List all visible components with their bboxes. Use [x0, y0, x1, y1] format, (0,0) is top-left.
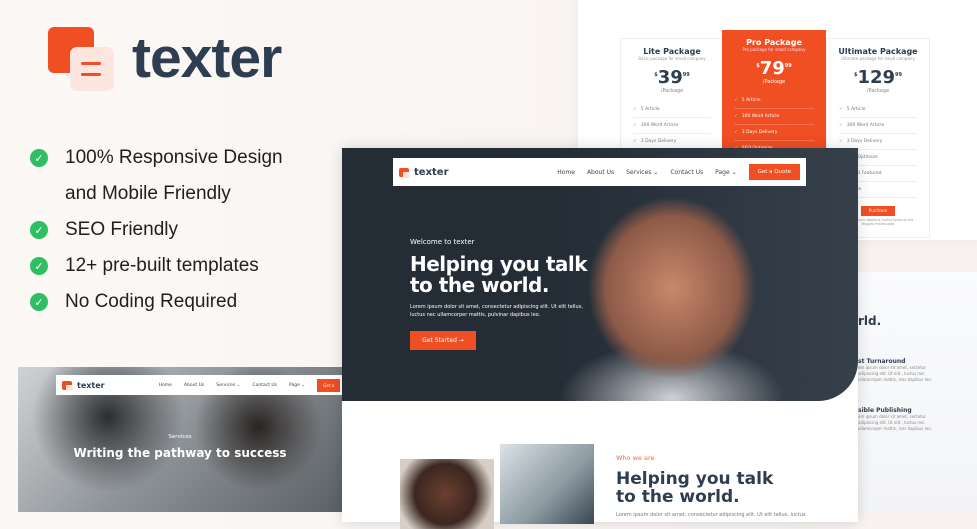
package-feature: ✓ 5 Article: [839, 102, 917, 118]
package-name: Ultimate Package: [838, 47, 918, 56]
feature-text: SEO Friendly: [65, 219, 178, 240]
feature-title: st Turnaround: [858, 358, 906, 365]
nav-item[interactable]: About Us: [184, 383, 204, 388]
nav-item[interactable]: Services ⌄: [216, 383, 240, 388]
package-feature: ✓ 3 Days Delivery: [734, 125, 814, 141]
package-feature: ✓ 300 Word Article: [633, 118, 711, 134]
check-icon: ✓: [633, 107, 637, 112]
check-icon: ✓: [633, 139, 637, 144]
feature-item: ✓ No Coding Required: [30, 284, 283, 320]
nav-item[interactable]: Page ⌄: [715, 169, 736, 176]
package-feature: ✓ 300 Word Article: [839, 118, 917, 134]
about-eyebrow: Who we are: [616, 454, 655, 462]
check-icon: ✓: [734, 98, 738, 103]
check-icon: ✓: [839, 107, 843, 112]
hero-title: Helping you talk to the world.: [410, 252, 588, 297]
logo-icon: [62, 380, 73, 391]
feature-body: em ipsum dolor sit amet, sectetur adipis…: [858, 365, 932, 382]
feature-item: ✓ 100% Responsive Design: [30, 140, 283, 176]
nav-logo[interactable]: texter: [62, 380, 105, 391]
check-icon: ✓: [734, 130, 738, 135]
feature-title: sible Publishing: [858, 407, 912, 414]
package-name: Lite Package: [643, 47, 701, 56]
features-preview: rld. st Turnaround em ipsum dolor sit am…: [840, 272, 977, 512]
nav-bar: texter Home About Us Services ⌄ Contact Us P…: [56, 375, 342, 395]
homepage-preview: texter Home About Us Services ⌄ Contact Us P…: [342, 148, 858, 529]
nav-item[interactable]: Services ⌄: [626, 169, 658, 176]
brand-logo: texter: [48, 25, 298, 95]
check-icon: ✓: [839, 123, 843, 128]
package-sub: Basic package for small company: [638, 56, 706, 61]
nav-item[interactable]: Home: [557, 169, 575, 176]
logo-icon: [399, 167, 410, 178]
nav-item[interactable]: Contact Us: [670, 169, 703, 176]
check-icon: ✓: [633, 123, 637, 128]
feature-item: ✓ SEO Friendly: [30, 212, 283, 248]
package-feature: ✓ 5 Article: [734, 93, 814, 109]
check-icon: ✓: [30, 221, 48, 239]
get-started-button[interactable]: Get Started →: [410, 331, 476, 350]
package-feature: ✓ 300 Word Article: [734, 109, 814, 125]
feature-text: 12+ pre-built templates: [65, 255, 259, 276]
package-name: Pro Package: [746, 38, 802, 47]
package-price: $7999: [756, 58, 792, 79]
nav-logo[interactable]: texter: [399, 167, 449, 178]
check-icon: ✓: [734, 114, 738, 119]
package-sub: Ultimate package for small company: [841, 56, 915, 61]
feature-text: and Mobile Friendly: [65, 183, 231, 204]
nav-item[interactable]: Page ⌄: [289, 383, 305, 388]
logo-text: texter: [414, 166, 449, 178]
hero-lead: Lorem ipsum dolor sit amet, consectetur …: [410, 304, 583, 318]
feature-text: No Coding Required: [65, 291, 238, 312]
feature-item: ✓ 12+ pre-built templates: [30, 248, 283, 284]
about-title: Helping you talk to the world.: [616, 469, 774, 507]
nav-item[interactable]: Contact Us: [252, 383, 277, 388]
quote-button[interactable]: Get a Quote: [748, 164, 800, 180]
package-sub: Pro package for small company: [742, 47, 806, 52]
logo-chat-icon: [70, 47, 114, 91]
package-price: $12999: [853, 67, 903, 88]
feature-item: and Mobile Friendly: [30, 176, 283, 212]
purchase-button[interactable]: Purchase: [861, 206, 895, 216]
package-price: $3999: [654, 67, 690, 88]
nav-item[interactable]: Home: [159, 383, 172, 388]
services-title: Writing the pathway to success: [73, 446, 287, 460]
feature-text: 100% Responsive Design: [65, 147, 283, 168]
section-heading: rld.: [858, 314, 882, 328]
nav-bar: texter Home About Us Services ⌄ Contact Us P…: [393, 158, 806, 186]
check-icon: ✓: [30, 257, 48, 275]
about-lead: Lorem ipsum dolor sit amet, consectetur …: [616, 512, 806, 518]
hero-section: texter Home About Us Services ⌄ Contact Us P…: [342, 148, 858, 401]
quote-button[interactable]: Get a: [317, 378, 340, 392]
package-feature: ✓ 5 Article: [633, 102, 711, 118]
services-preview: texter Home About Us Services ⌄ Contact Us P…: [18, 367, 342, 512]
brand-name: texter: [132, 26, 282, 90]
check-icon: ✓: [839, 139, 843, 144]
team-photo: [500, 444, 594, 524]
nav-item[interactable]: About Us: [587, 169, 614, 176]
about-photo: [400, 459, 494, 529]
hero-eyebrow: Welcome to texter: [410, 238, 475, 246]
check-icon: ✓: [30, 293, 48, 311]
services-eyebrow: Services: [168, 434, 192, 440]
feature-list: ✓ 100% Responsive Design and Mobile Friend…: [30, 140, 283, 320]
feature-body: em ipsum dolor sit amet, sectetur adipis…: [858, 414, 932, 431]
logo-text: texter: [77, 380, 105, 390]
check-icon: ✓: [30, 149, 48, 167]
